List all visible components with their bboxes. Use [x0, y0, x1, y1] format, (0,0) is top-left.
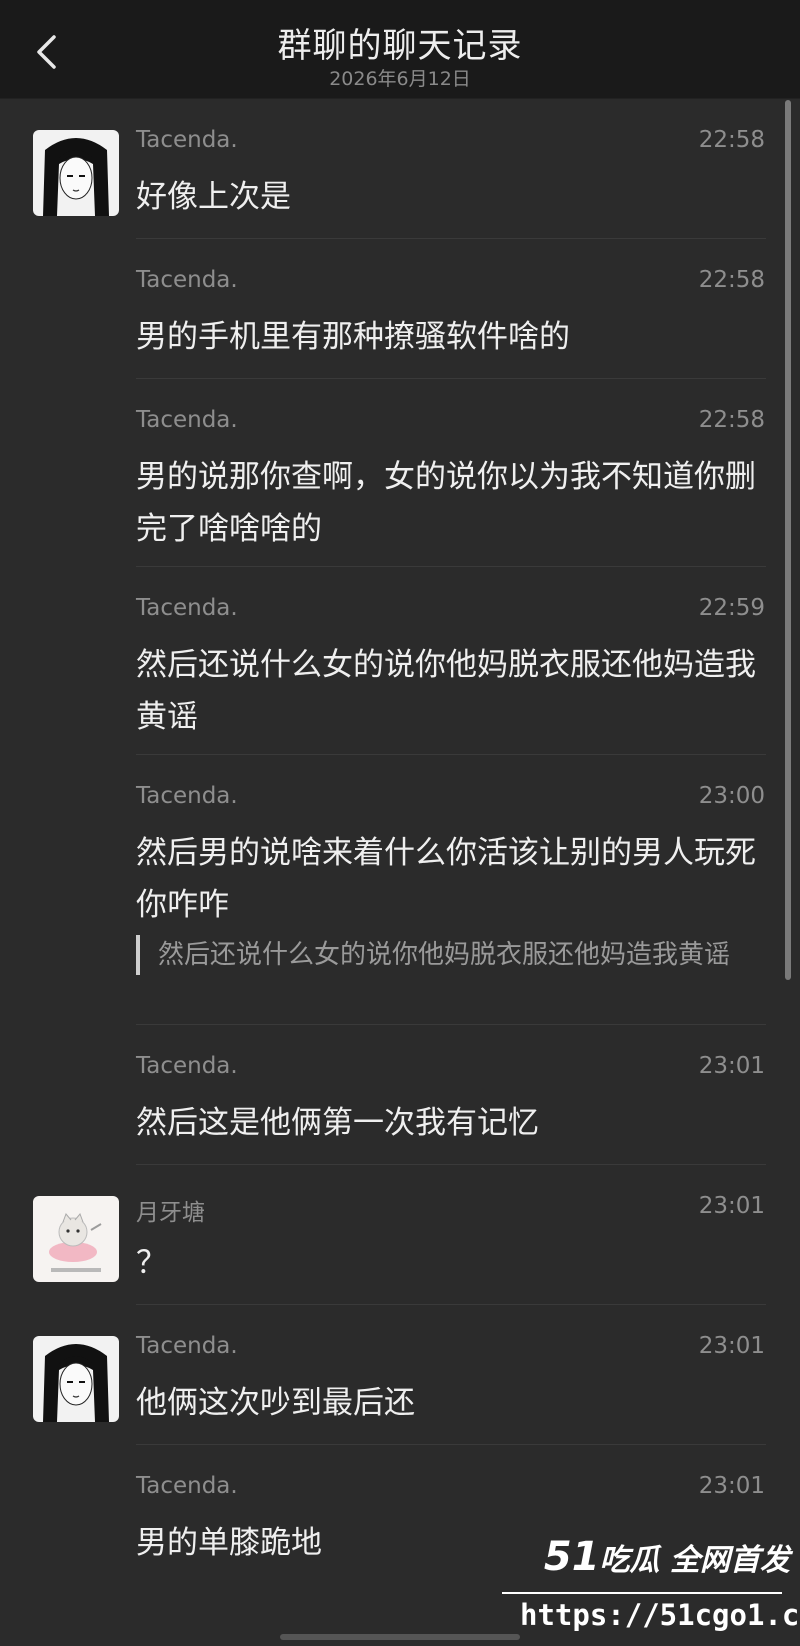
watermark-brand-text: 吃瓜 全网首发	[599, 1543, 790, 1578]
message-time: 22:58	[698, 127, 765, 153]
anime-girl-avatar-icon	[33, 1336, 119, 1422]
watermark-brand: 51吃瓜 全网首发	[544, 1534, 790, 1580]
message-time: 22:58	[698, 267, 765, 293]
message-list: Tacenda. 22:58 好像上次是 Tacenda. 22:58 男的手机…	[0, 99, 800, 1585]
sender-name: Tacenda.	[136, 267, 238, 293]
sender-name: Tacenda.	[136, 127, 238, 153]
message-time: 23:01	[698, 1053, 765, 1079]
watermark-divider	[502, 1592, 782, 1594]
message-text: 男的手机里有那种撩骚软件啥的	[136, 319, 570, 355]
sender-name: Tacenda.	[136, 783, 238, 809]
anime-girl-avatar-icon	[33, 130, 119, 216]
sender-name: Tacenda.	[136, 407, 238, 433]
message-text: ？	[136, 1245, 167, 1281]
message-time: 22:59	[698, 595, 765, 621]
message-text: 男的说那你查啊，女的说你以为我不知道你删完了啥啥啥的	[136, 459, 756, 547]
message-item[interactable]: Tacenda. 23:00 然后男的说啥来着什么你活该让别的男人玩死你咋咋 然…	[0, 755, 800, 1025]
watermark: 51吃瓜 全网首发 https://51cgo1.com	[498, 1530, 800, 1646]
message-text: 然后这是他俩第一次我有记忆	[136, 1105, 539, 1141]
avatar[interactable]	[33, 130, 119, 216]
quoted-message[interactable]: 然后还说什么女的说你他妈脱衣服还他妈造我黄谣	[136, 935, 768, 975]
avatar[interactable]	[33, 1336, 119, 1422]
watermark-number: 51	[543, 1534, 600, 1580]
avatar[interactable]	[33, 1196, 119, 1282]
watermark-url: https://51cgo1.com	[520, 1598, 800, 1632]
top-bar: 群聊的聊天记录 2026年6月12日	[0, 0, 800, 99]
sender-name: Tacenda.	[136, 1053, 238, 1079]
cat-sticker-avatar-icon	[33, 1196, 119, 1282]
message-item[interactable]: Tacenda. 22:59 然后还说什么女的说你他妈脱衣服还他妈造我黄谣	[0, 567, 800, 755]
message-item[interactable]: Tacenda. 22:58 男的说那你查啊，女的说你以为我不知道你删完了啥啥啥…	[0, 379, 800, 567]
scrollbar[interactable]	[785, 100, 791, 980]
message-time: 23:01	[698, 1473, 765, 1499]
sender-name: 月牙塘	[136, 1200, 205, 1226]
message-item[interactable]: Tacenda. 22:58 好像上次是	[0, 99, 800, 239]
message-time: 23:01	[698, 1193, 765, 1219]
sender-name: Tacenda.	[136, 595, 238, 621]
message-time: 23:00	[698, 783, 765, 809]
home-indicator	[280, 1634, 520, 1640]
message-text: 然后男的说啥来着什么你活该让别的男人玩死你咋咋	[136, 835, 756, 923]
message-text: 他俩这次吵到最后还	[136, 1385, 415, 1421]
sender-name: Tacenda.	[136, 1333, 238, 1359]
message-text: 好像上次是	[136, 179, 291, 215]
message-text: 然后还说什么女的说你他妈脱衣服还他妈造我黄谣	[136, 647, 756, 735]
message-item[interactable]: Tacenda. 23:01 他俩这次吵到最后还	[0, 1305, 800, 1445]
page-date: 2026年6月12日	[329, 68, 471, 90]
message-item[interactable]: Tacenda. 23:01 然后这是他俩第一次我有记忆	[0, 1025, 800, 1165]
message-item[interactable]: 月牙塘 23:01 ？	[0, 1165, 800, 1305]
sender-name: Tacenda.	[136, 1473, 238, 1499]
message-item[interactable]: Tacenda. 22:58 男的手机里有那种撩骚软件啥的	[0, 239, 800, 379]
page-title: 群聊的聊天记录	[277, 26, 523, 66]
message-time: 23:01	[698, 1333, 765, 1359]
message-time: 22:58	[698, 407, 765, 433]
